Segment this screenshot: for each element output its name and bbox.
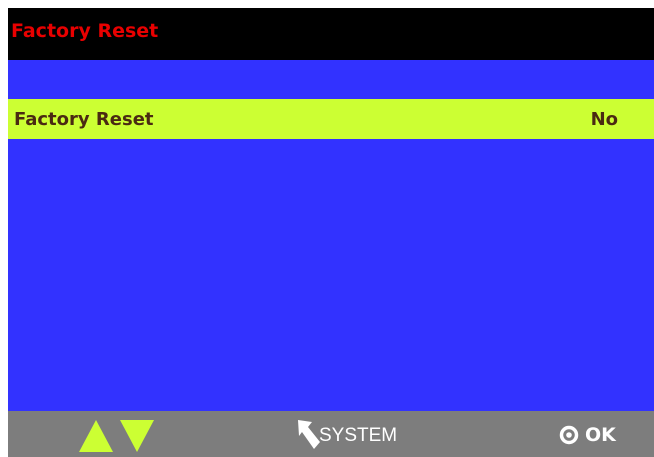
device-screen: Factory Reset Factory Reset No SYSTEM OK <box>8 8 654 457</box>
bottom-toolbar: SYSTEM OK <box>8 411 654 457</box>
ok-label: OK <box>585 424 616 446</box>
menu-panel: Factory Reset No <box>8 60 654 411</box>
nav-up-button[interactable] <box>79 420 113 452</box>
back-label: SYSTEM <box>319 425 398 446</box>
triangle-down-icon <box>120 420 154 452</box>
title-bar: Factory Reset <box>8 8 654 60</box>
ok-button[interactable]: OK <box>559 417 649 451</box>
menu-item-label: Factory Reset <box>14 109 154 130</box>
menu-item-value[interactable]: No <box>591 109 618 130</box>
triangle-up-icon <box>79 420 113 452</box>
page-title: Factory Reset <box>11 20 159 42</box>
menu-item-factory-reset[interactable]: Factory Reset No <box>8 99 654 139</box>
back-system-button[interactable]: SYSTEM <box>295 417 435 451</box>
target-circle-icon <box>559 425 579 445</box>
nav-down-button[interactable] <box>120 420 154 452</box>
